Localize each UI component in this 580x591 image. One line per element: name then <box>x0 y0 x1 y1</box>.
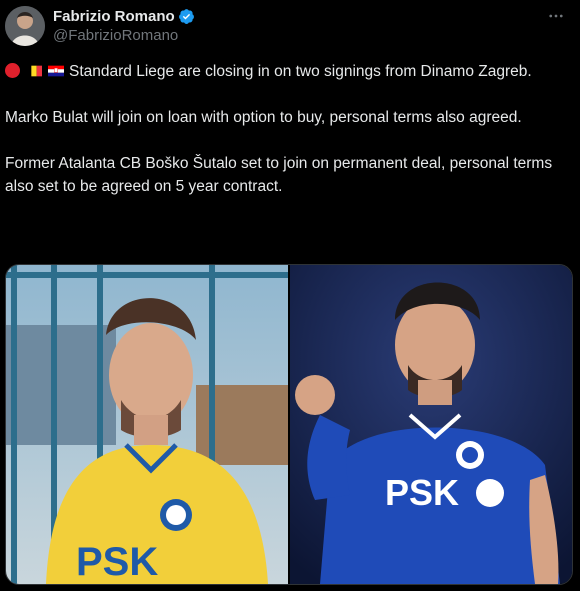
verified-badge-icon <box>178 8 195 25</box>
tweet-paragraph-1: Standard Liege are closing in on two sig… <box>5 60 564 83</box>
tweet-paragraph-1-text: Standard Liege are closing in on two sig… <box>69 63 532 80</box>
red-circle-icon <box>5 63 20 78</box>
photo-player-blue-kit[interactable]: PSK <box>290 265 572 584</box>
author-handle[interactable]: @FabrizioRomano <box>53 27 550 44</box>
tweet-header: Fabrizio Romano @FabrizioRomano <box>53 6 550 44</box>
tweet-paragraph-3: Former Atalanta CB Boško Šutalo set to j… <box>5 155 553 195</box>
photo-player-yellow-kit[interactable]: PSK <box>6 265 288 584</box>
author-display-name[interactable]: Fabrizio Romano <box>53 8 175 25</box>
croatia-flag-icon <box>48 65 64 76</box>
author-avatar[interactable] <box>5 6 45 46</box>
sponsor-text-left: PSK <box>76 540 158 584</box>
flag-emojis <box>5 63 64 78</box>
sponsor-text-right: PSK <box>385 472 459 513</box>
more-options-button[interactable] <box>546 7 566 25</box>
player-photo-blue-kit: PSK <box>290 265 572 584</box>
player-photo-yellow-kit: PSK <box>6 265 288 584</box>
belgium-flag-icon <box>26 65 42 76</box>
tweet-media: PSK PSK <box>5 264 573 585</box>
tweet-text: Standard Liege are closing in on two sig… <box>5 60 564 198</box>
tweet-paragraph-2: Marko Bulat will join on loan with optio… <box>5 109 522 126</box>
ellipsis-icon <box>549 14 563 18</box>
